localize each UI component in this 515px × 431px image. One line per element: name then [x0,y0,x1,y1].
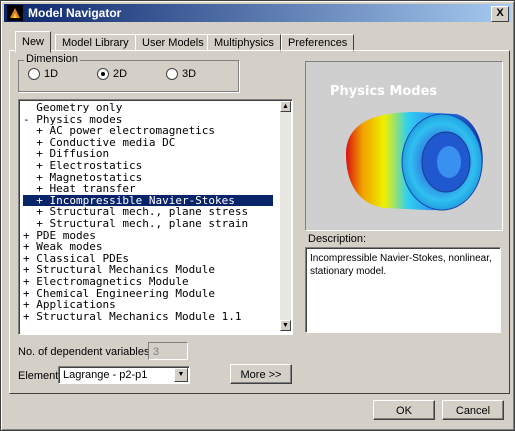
chevron-down-icon[interactable]: ▼ [174,368,188,382]
radio-2d-label: 2D [113,68,128,80]
description-label: Description: [308,233,367,245]
radio-1d-label: 1D [44,68,59,80]
dependent-vars-label: No. of dependent variables: [18,346,153,358]
scroll-up-button[interactable]: ▲ [280,101,291,112]
element-label: Element: [18,370,62,382]
physics-tree-list[interactable]: Geometry only - Physics modes + AC power … [18,99,293,335]
element-select[interactable]: Lagrange - p2-p1 ▼ [58,366,190,384]
tab-new[interactable]: New [15,31,52,53]
window-title: Model Navigator [28,6,122,20]
model-navigator-window: Model Navigator X New Model Library User… [0,0,515,431]
vertical-scrollbar[interactable]: ▲ ▼ [280,101,291,331]
tree-item[interactable]: + Electromagnetics Module [23,276,273,288]
dimension-group-label: Dimension [24,53,80,65]
scroll-down-button[interactable]: ▼ [280,320,291,331]
ok-button[interactable]: OK [373,400,435,420]
radio-1d[interactable]: 1D [28,68,59,81]
radio-indicator [166,68,178,81]
tree-item[interactable]: + Structural Mechanics Module 1.1 [23,311,273,323]
cancel-button[interactable]: Cancel [442,400,504,420]
radio-3d-label: 3D [182,68,197,80]
element-select-value: Lagrange - p2-p1 [63,369,148,381]
dependent-vars-input[interactable]: 3 [148,342,188,360]
cylinder-graphic [346,112,483,211]
physics-preview-image: Physics Modes [305,61,503,231]
tree-item[interactable]: + Applications [23,299,273,311]
tree-item[interactable]: Geometry only [23,102,273,114]
tree-item[interactable]: + Electrostatics [23,160,273,172]
description-text: Incompressible Navier-Stokes, nonlinear,… [305,247,501,333]
title-bar[interactable]: Model Navigator X [4,4,511,22]
tree-item[interactable]: + Weak modes [23,241,273,253]
app-icon [7,5,23,21]
radio-indicator-selected [97,68,109,81]
tree-item[interactable]: + Heat transfer [23,183,273,195]
tree-rows: Geometry only - Physics modes + AC power … [23,102,273,322]
radio-indicator [28,68,40,81]
close-button[interactable]: X [491,6,509,22]
radio-3d[interactable]: 3D [166,68,197,81]
more-button[interactable]: More >> [230,364,292,384]
radio-2d[interactable]: 2D [97,68,128,81]
tree-item[interactable]: + Structural mech., plane strain [23,218,273,230]
